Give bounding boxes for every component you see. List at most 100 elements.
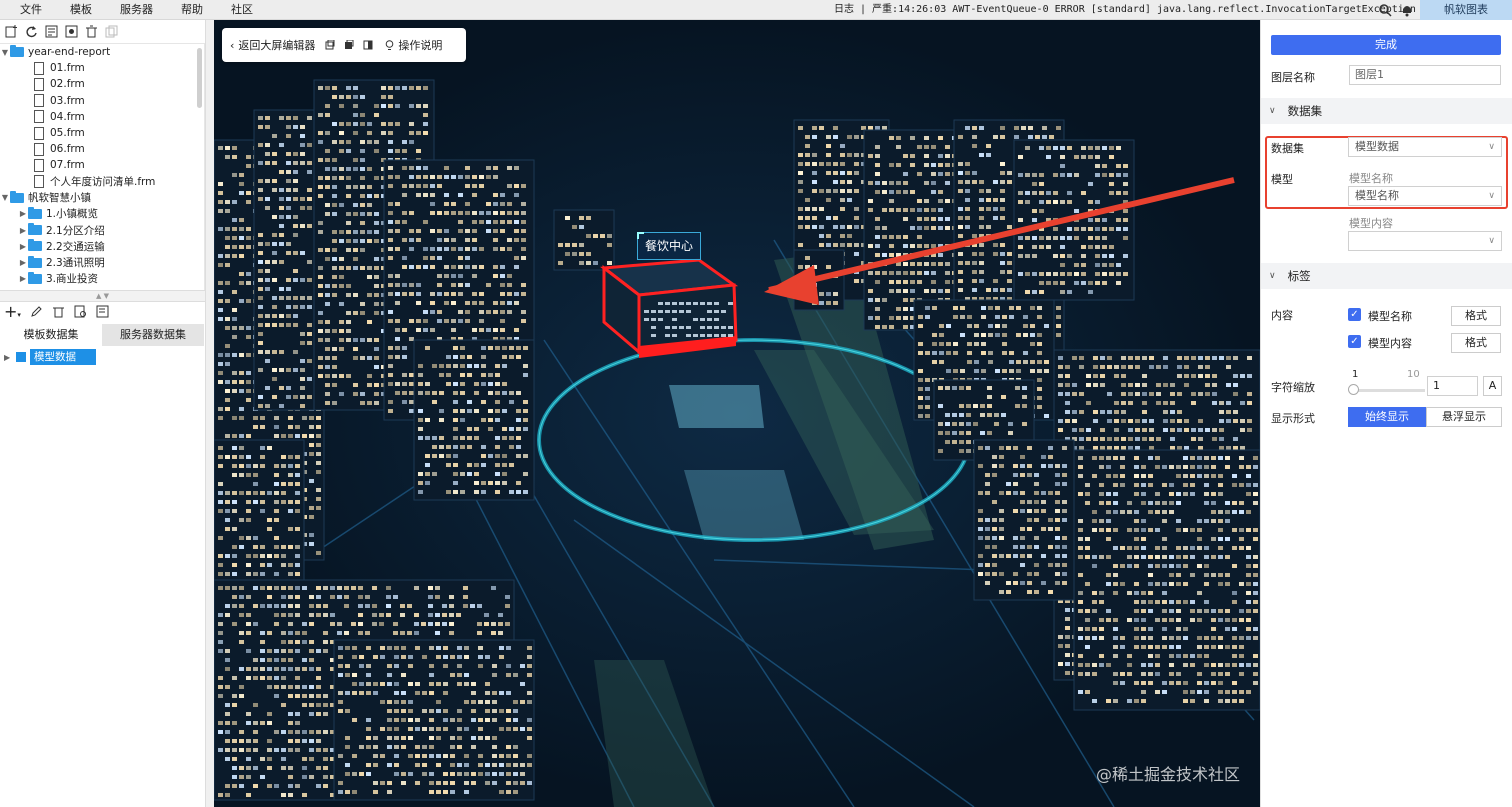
slider-knob[interactable] xyxy=(1348,384,1359,395)
chevron-down-icon: ∨ xyxy=(1269,106,1276,116)
collapse-arrow-icon[interactable]: ▶ xyxy=(4,353,10,362)
search-icon[interactable] xyxy=(1378,3,1392,17)
building-label[interactable]: 餐饮中心 xyxy=(637,232,701,260)
dataset-item-model-data[interactable]: ▶ 模型数据 xyxy=(0,348,205,366)
add-dataset-icon[interactable]: +▾ xyxy=(4,303,21,322)
locate-icon[interactable] xyxy=(64,25,78,39)
scale-min: 1 xyxy=(1352,369,1359,380)
refresh-icon[interactable] xyxy=(24,25,38,39)
tree-file[interactable]: 06.frm xyxy=(0,141,204,157)
tree-file[interactable]: 05.frm xyxy=(0,125,204,141)
preview-icon[interactable] xyxy=(74,305,87,321)
3d-scene-viewport[interactable]: ‹ 返回大屏编辑器 操作说明 餐饮中心 @稀土掘金技术社区 xyxy=(214,20,1260,807)
collapse-arrow-icon[interactable]: ▶ xyxy=(18,226,28,235)
tree-folder-label: 2.1分区介绍 xyxy=(46,224,105,237)
tree-file-label: 04.frm xyxy=(50,110,85,123)
font-scale-slider[interactable] xyxy=(1350,389,1425,392)
layer-name-input[interactable]: 图层1 xyxy=(1349,65,1501,85)
new-file-icon[interactable] xyxy=(4,25,18,39)
dataset-settings-icon[interactable] xyxy=(96,305,109,321)
folder-icon xyxy=(28,223,42,236)
tree-file[interactable]: 03.frm xyxy=(0,93,204,109)
tree-folder-label: year-end-report xyxy=(28,46,111,59)
view-front-icon[interactable] xyxy=(325,40,335,50)
section-label[interactable]: ∨ 标签 xyxy=(1261,263,1512,289)
tree-scrollbar[interactable] xyxy=(197,48,202,108)
tree-subfolder[interactable]: ▶ 2.3通讯照明 xyxy=(0,254,204,270)
help-button[interactable]: 操作说明 xyxy=(385,37,442,53)
checkbox-model-name[interactable]: ✓ xyxy=(1348,308,1361,321)
tree-file[interactable]: 02.frm xyxy=(0,76,204,92)
model-content-caption: 模型内容 xyxy=(1349,217,1393,230)
tree-file[interactable]: 04.frm xyxy=(0,109,204,125)
back-to-editor-button[interactable]: ‹ 返回大屏编辑器 xyxy=(230,37,315,53)
dataset-label: 数据集 xyxy=(1271,142,1304,155)
model-content-select[interactable]: ∨ xyxy=(1348,231,1502,251)
folder-icon xyxy=(28,206,42,219)
menu-help[interactable]: 帮助 xyxy=(167,0,217,20)
copy-icon[interactable] xyxy=(104,25,118,39)
checkbox-model-content[interactable]: ✓ xyxy=(1348,335,1361,348)
delete-icon[interactable] xyxy=(84,25,98,39)
done-button[interactable]: 完成 xyxy=(1271,35,1501,55)
tree-file-label: 06.frm xyxy=(50,143,85,156)
delete-dataset-icon[interactable] xyxy=(52,305,65,321)
template-tree: ▼ year-end-report 01.frm 02.frm 03.frm 04… xyxy=(0,44,205,290)
expand-arrow-icon[interactable]: ▼ xyxy=(0,193,10,202)
checkbox-model-content-label: 模型内容 xyxy=(1368,337,1412,350)
tree-subfolder[interactable]: ▶ 2.2交通运输 xyxy=(0,238,204,254)
view-top-icon[interactable] xyxy=(344,40,354,50)
tree-file[interactable]: 个人年度访问清单.frm xyxy=(0,174,204,190)
menu-server[interactable]: 服务器 xyxy=(106,0,167,20)
collapse-arrow-icon[interactable]: ▶ xyxy=(18,274,28,283)
format-button-1[interactable]: 格式 xyxy=(1451,306,1501,326)
log-message[interactable]: 日志 | 严重:14:26:03 AWT-EventQueue-0 ERROR … xyxy=(834,0,1416,20)
tree-subfolder[interactable]: ▶ 1.小镇概览 xyxy=(0,206,204,222)
menu-community[interactable]: 社区 xyxy=(217,0,267,20)
scene-toolbar: ‹ 返回大屏编辑器 操作说明 xyxy=(222,28,466,62)
tab-server-dataset[interactable]: 服务器数据集 xyxy=(102,324,204,346)
font-scale-label: 字符缩放 xyxy=(1271,381,1315,394)
tree-subfolder[interactable]: ▶ 3.商业投资 xyxy=(0,271,204,287)
tree-file[interactable]: 01.frm xyxy=(0,60,204,76)
format-button-2[interactable]: 格式 xyxy=(1451,333,1501,353)
content-label: 内容 xyxy=(1271,309,1293,322)
tree-subfolder[interactable]: ▶ 2.1分区介绍 xyxy=(0,222,204,238)
edit-icon[interactable] xyxy=(30,305,43,321)
tree-folder-label: 3.商业投资 xyxy=(46,273,99,286)
tree-file-label: 05.frm xyxy=(50,127,85,140)
section-dataset[interactable]: ∨ 数据集 xyxy=(1261,98,1512,124)
collapse-arrow-icon[interactable]: ▶ xyxy=(18,242,28,251)
folder-icon xyxy=(10,45,24,58)
table-icon xyxy=(16,352,26,362)
tree-folder-smart-town[interactable]: ▼ 帆软智慧小镇 xyxy=(0,190,204,206)
model-name-select[interactable]: 模型名称 ∨ xyxy=(1348,186,1502,206)
collapse-arrow-icon[interactable]: ▶ xyxy=(18,258,28,267)
chevron-left-icon: ‹ xyxy=(230,38,235,52)
dataset-select[interactable]: 模型数据 ∨ xyxy=(1348,137,1502,157)
tree-file[interactable]: 07.frm xyxy=(0,157,204,173)
font-style-button[interactable]: A xyxy=(1483,376,1502,396)
folder-icon xyxy=(28,239,42,252)
brand-button[interactable]: 帆软图表 xyxy=(1420,0,1512,20)
back-label: 返回大屏编辑器 xyxy=(238,39,316,52)
tree-folder-year-end-report[interactable]: ▼ year-end-report xyxy=(0,44,204,60)
menu-file[interactable]: 文件 xyxy=(0,0,56,20)
menu-template[interactable]: 模板 xyxy=(56,0,106,20)
display-hover-button[interactable]: 悬浮显示 xyxy=(1426,407,1502,427)
model-label: 模型 xyxy=(1271,173,1293,186)
expand-arrow-icon[interactable]: ▼ xyxy=(0,48,10,57)
file-icon xyxy=(34,126,44,140)
display-always-button[interactable]: 始终显示 xyxy=(1348,407,1426,427)
left-pane-resize-handle[interactable] xyxy=(205,20,214,807)
collapse-arrow-icon[interactable]: ▶ xyxy=(18,209,28,218)
tree-file-label: 07.frm xyxy=(50,159,85,172)
template-settings-icon[interactable] xyxy=(44,25,58,39)
font-scale-input[interactable]: 1 xyxy=(1427,376,1478,396)
pane-splitter[interactable]: ▲ ▼ xyxy=(0,290,205,302)
tab-template-dataset[interactable]: 模板数据集 xyxy=(0,324,102,346)
bell-icon[interactable] xyxy=(1400,3,1414,17)
folder-icon xyxy=(10,190,24,203)
chevron-down-icon: ∨ xyxy=(1488,236,1495,246)
view-side-icon[interactable] xyxy=(363,40,373,50)
